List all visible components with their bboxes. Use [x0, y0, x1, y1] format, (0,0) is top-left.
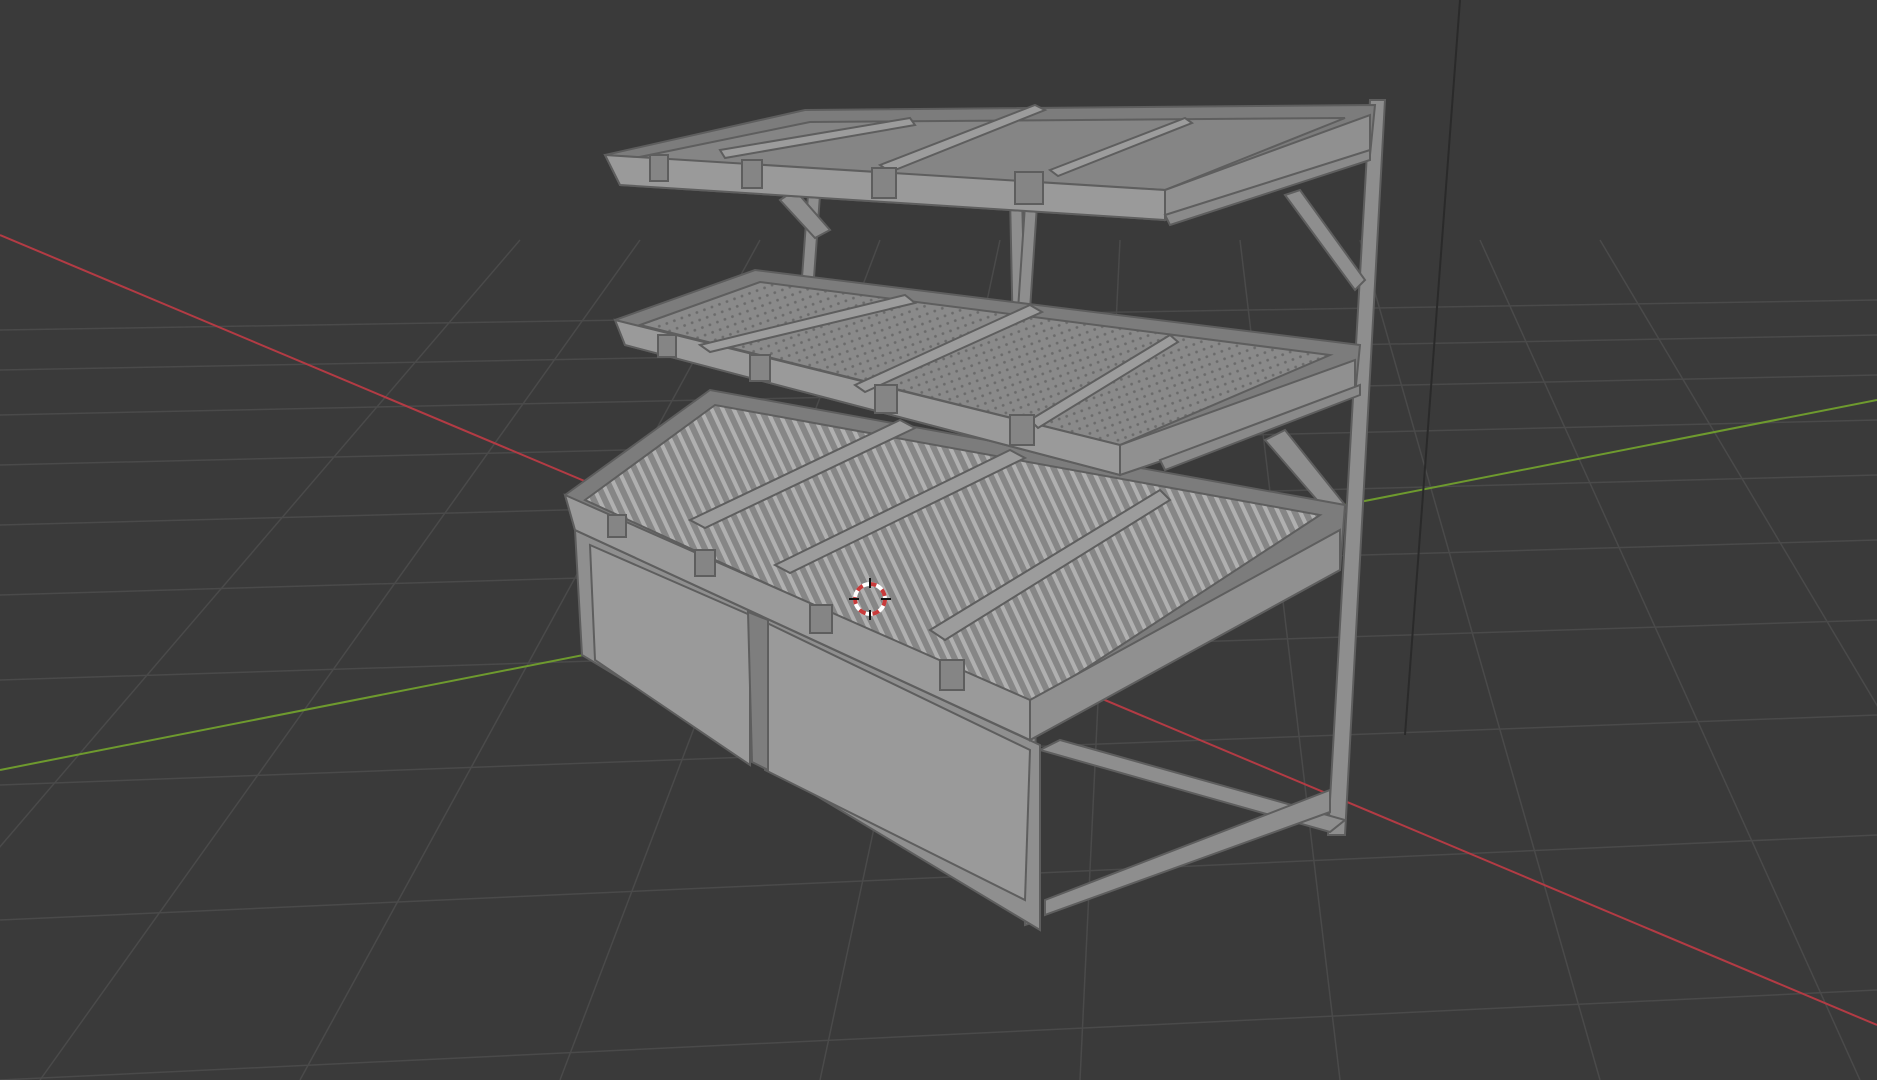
- 3d-viewport[interactable]: [0, 0, 1877, 1080]
- shelf-top: [603, 103, 1377, 227]
- model-produce-display-stand[interactable]: [0, 0, 1877, 1080]
- 3d-cursor-icon[interactable]: [849, 578, 891, 620]
